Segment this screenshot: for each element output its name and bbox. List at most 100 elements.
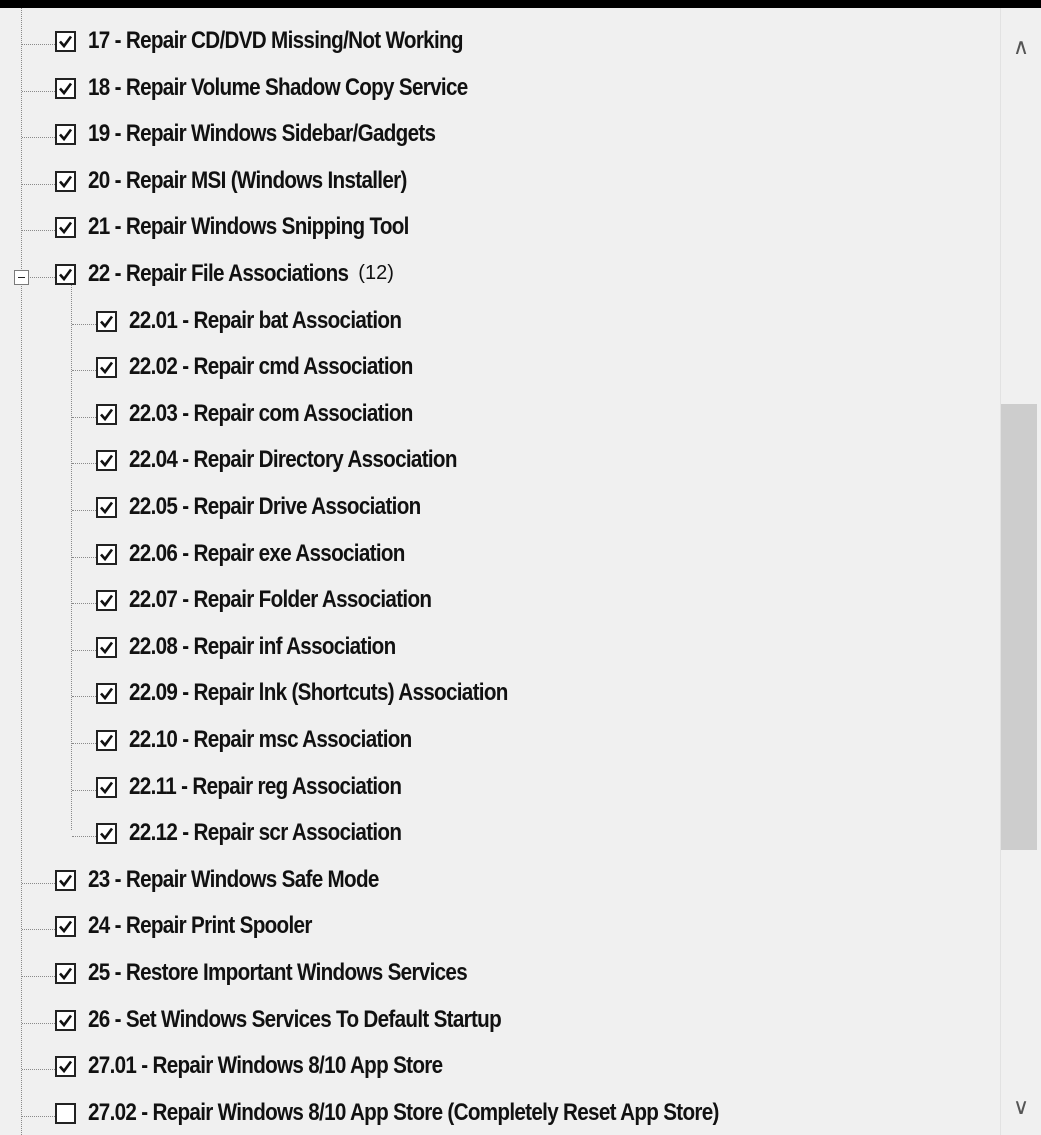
tree-item[interactable]: 19 - Repair Windows Sidebar/Gadgets: [0, 114, 1000, 160]
checkmark-icon: [100, 594, 114, 608]
tree-child-item[interactable]: 22.04 - Repair Directory Association: [0, 440, 1000, 486]
checkbox-checked[interactable]: [96, 543, 117, 565]
tree-connector: [22, 44, 55, 45]
tree-child-item[interactable]: 22.03 - Repair com Association: [0, 394, 1000, 440]
checkbox-checked[interactable]: [96, 497, 117, 518]
checkmark-icon: [100, 641, 114, 654]
tree-item[interactable]: 27.02 - Repair Windows 8/10 App Store (C…: [0, 1093, 1000, 1135]
tree-item[interactable]: 18 - Repair Volume Shadow Copy Service: [0, 68, 1000, 114]
checkbox-checked[interactable]: [55, 916, 76, 938]
tree-item-label: 22.11 - Repair reg Association: [129, 772, 402, 800]
tree-child-item[interactable]: 22.01 - Repair bat Association: [0, 301, 1000, 347]
tree-connector: [22, 1022, 55, 1024]
tree-item-label: 24 - Repair Print Spooler: [88, 912, 312, 940]
checkbox-checked[interactable]: [96, 683, 117, 705]
checkbox-checked[interactable]: [55, 1056, 76, 1078]
checkmark-icon: [59, 128, 73, 142]
tree-connector: [72, 323, 96, 325]
tree-item-label: 22.06 - Repair exe Association: [129, 539, 405, 567]
tree-item[interactable]: 27.01 - Repair Windows 8/10 App Store: [0, 1046, 1000, 1092]
tree-item-label: 22.09 - Repair lnk (Shortcuts) Associati…: [129, 679, 508, 707]
tree-connector: [22, 183, 55, 185]
tree-child-item[interactable]: 22.02 - Repair cmd Association: [0, 347, 1000, 393]
checkbox-checked[interactable]: [96, 590, 117, 612]
checkmark-icon: [100, 734, 114, 748]
tree-connector: [72, 836, 96, 838]
checkmark-icon: [100, 455, 114, 468]
tree-child-item[interactable]: 22.10 - Repair msc Association: [0, 720, 1000, 766]
tree-child-item[interactable]: 22.05 - Repair Drive Association: [0, 487, 1000, 533]
checkmark-icon: [59, 921, 73, 934]
tree-item-label: 27.01 - Repair Windows 8/10 App Store: [88, 1052, 443, 1080]
checkmark-icon: [59, 175, 73, 188]
tree-item-label: 19 - Repair Windows Sidebar/Gadgets: [88, 120, 436, 148]
tree-item-label: 22.02 - Repair cmd Association: [129, 353, 413, 381]
checkbox-checked[interactable]: [96, 776, 117, 798]
tree-item-label: 17 - Repair CD/DVD Missing/Not Working: [88, 27, 464, 54]
tree-child-item[interactable]: 22.11 - Repair reg Association: [0, 767, 1000, 813]
tree-item[interactable]: 21 - Repair Windows Snipping Tool: [0, 207, 1000, 253]
checkbox-checked[interactable]: [55, 217, 76, 239]
checkbox-checked[interactable]: [55, 963, 76, 984]
tree-connector: [72, 743, 96, 744]
checkmark-icon: [100, 501, 114, 515]
scroll-up-arrow-icon[interactable]: ∧: [1001, 28, 1041, 68]
checkbox-checked[interactable]: [55, 77, 76, 99]
vertical-scrollbar[interactable]: ∧ ∨: [1000, 8, 1041, 1135]
tree-child-item[interactable]: 22.06 - Repair exe Association: [0, 534, 1000, 580]
tree-item-label: 27.02 - Repair Windows 8/10 App Store (C…: [88, 1098, 719, 1126]
checkbox-checked[interactable]: [96, 403, 117, 425]
checkmark-icon: [59, 35, 73, 49]
tree-connector: [22, 90, 55, 92]
checkbox-checked[interactable]: [55, 869, 76, 891]
tree-item[interactable]: 17 - Repair CD/DVD Missing/Not Working: [0, 21, 1000, 67]
scroll-thumb[interactable]: [1001, 404, 1037, 850]
tree-item-label: 25 - Restore Important Windows Services: [88, 959, 468, 986]
checkbox-checked[interactable]: [55, 170, 76, 192]
checkbox-checked[interactable]: [55, 264, 76, 285]
checkbox-checked[interactable]: [96, 823, 117, 845]
checkbox-checked[interactable]: [96, 357, 117, 379]
tree-item-label: 22.07 - Repair Folder Association: [129, 586, 432, 614]
tree-connector: [22, 976, 55, 977]
tree-child-item[interactable]: 22.09 - Repair lnk (Shortcuts) Associati…: [0, 673, 1000, 719]
checkbox-checked[interactable]: [96, 730, 117, 751]
tree-item-label: 23 - Repair Windows Safe Mode: [88, 865, 379, 893]
checkmark-icon: [59, 1060, 73, 1074]
checkbox-checked[interactable]: [55, 124, 76, 146]
tree-item[interactable]: 24 - Repair Print Spooler: [0, 906, 1000, 952]
checkbox-unchecked[interactable]: [55, 1102, 76, 1124]
tree-item[interactable]: 26 - Set Windows Services To Default Sta…: [0, 1000, 1000, 1046]
tree-item[interactable]: 20 - Repair MSI (Windows Installer): [0, 161, 1000, 207]
checkmark-icon: [59, 268, 73, 282]
tree-item-label: 22.01 - Repair bat Association: [129, 306, 402, 334]
tree-item[interactable]: 25 - Restore Important Windows Services: [0, 953, 1000, 999]
tree-connector: [72, 370, 96, 372]
collapse-minus-icon[interactable]: [14, 270, 29, 285]
repair-tree-view[interactable]: 17 - Repair CD/DVD Missing/Not Working 18…: [0, 8, 1000, 1135]
tree-connector: [72, 463, 96, 465]
window-top-edge: [0, 0, 1041, 8]
tree-connector: [22, 137, 55, 139]
tree-item[interactable]: 22 - Repair File Associations (12): [0, 254, 1000, 300]
tree-item-label: 22 - Repair File Associations: [88, 260, 349, 287]
tree-connector: [22, 1069, 55, 1071]
tree-connector: [72, 416, 96, 418]
checkbox-checked[interactable]: [55, 1009, 76, 1031]
tree-child-item[interactable]: 22.12 - Repair scr Association: [0, 813, 1000, 859]
checkbox-checked[interactable]: [96, 310, 117, 332]
tree-connector: [22, 230, 55, 232]
tree-item[interactable]: 23 - Repair Windows Safe Mode: [0, 860, 1000, 906]
tree-child-item[interactable]: 22.08 - Repair inf Association: [0, 627, 1000, 673]
tree-child-item[interactable]: 22.07 - Repair Folder Association: [0, 580, 1000, 626]
checkmark-icon: [100, 827, 114, 841]
tree-connector: [72, 556, 96, 558]
tree-item-label: 26 - Set Windows Services To Default Sta…: [88, 1005, 502, 1033]
checkmark-icon: [59, 967, 73, 981]
checkbox-checked[interactable]: [96, 636, 117, 658]
tree-connector: [72, 649, 96, 651]
checkmark-icon: [100, 315, 114, 328]
checkbox-checked[interactable]: [96, 450, 117, 472]
checkbox-checked[interactable]: [55, 31, 76, 52]
scroll-down-arrow-icon[interactable]: ∨: [1001, 1088, 1041, 1128]
